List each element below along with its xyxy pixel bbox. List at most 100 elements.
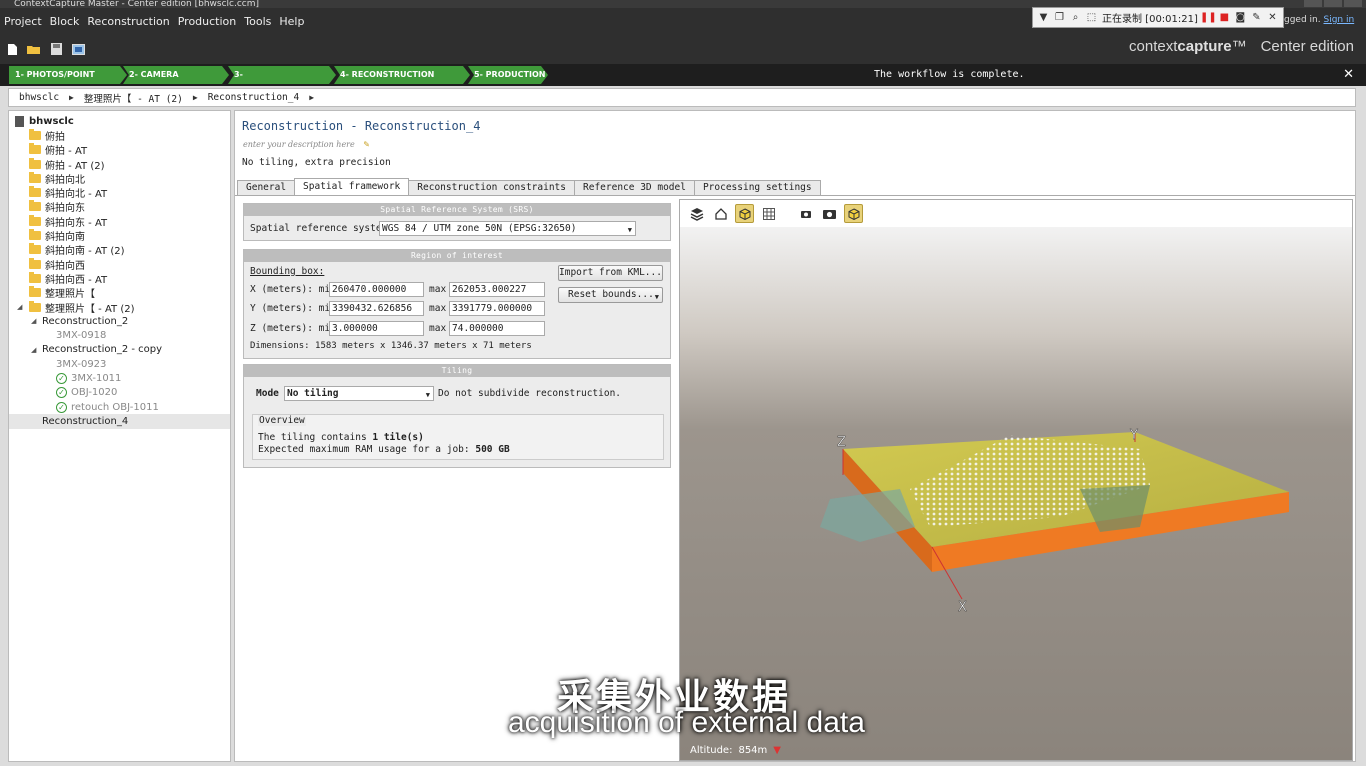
tab-reconstruction-constraints[interactable]: Reconstruction constraints bbox=[408, 180, 575, 195]
tree-item-block[interactable]: 斜拍向东 - AT bbox=[9, 214, 230, 229]
tree-item-block[interactable]: 斜拍向南 bbox=[9, 228, 230, 243]
menu-tools[interactable]: Tools bbox=[240, 15, 275, 28]
z-label: Z (meters): min bbox=[250, 323, 336, 334]
expand-arrow-icon[interactable]: ◢ bbox=[31, 346, 36, 354]
tree-item-reconstruction[interactable]: ◢ Reconstruction_2 - copy bbox=[9, 343, 230, 357]
tree-item-reconstruction[interactable]: ◢ Reconstruction_2 bbox=[9, 314, 230, 328]
chevron-right-icon[interactable]: ▶ bbox=[69, 93, 74, 102]
breadcrumb: bhwsclc ▶ 整理照片【 - AT (2) ▶ Reconstructio… bbox=[8, 88, 1356, 107]
maximize-button[interactable] bbox=[1324, 0, 1342, 7]
tree-item-production[interactable]: ✓ retouch OBJ-1011 bbox=[9, 400, 230, 414]
pause-icon[interactable]: ❚❚ bbox=[1200, 12, 1217, 23]
tree-item-production[interactable]: ✓ 3MX-1011 bbox=[9, 371, 230, 385]
tree-item-block[interactable]: 斜拍向北 bbox=[9, 171, 230, 186]
layers-icon[interactable] bbox=[687, 204, 706, 223]
zoom-icon[interactable]: ⌕ bbox=[1070, 12, 1081, 23]
chevron-right-icon[interactable]: ▶ bbox=[193, 93, 198, 102]
tree-item-reconstruction-selected[interactable]: Reconstruction_4 bbox=[9, 414, 230, 429]
menu-help[interactable]: Help bbox=[275, 15, 308, 28]
camera-icon[interactable]: ◙ bbox=[1235, 12, 1246, 23]
x-max-input[interactable]: 262053.000227 bbox=[449, 282, 545, 297]
tree-root[interactable]: bhwsclc bbox=[9, 114, 230, 128]
x-max-label: max bbox=[429, 284, 447, 295]
y-min-input[interactable]: 3390432.626856 bbox=[329, 301, 424, 316]
save-project-icon[interactable] bbox=[49, 42, 63, 56]
breadcrumb-item-block[interactable]: 整理照片【 - AT (2) bbox=[84, 91, 183, 105]
srs-select[interactable]: WGS 84 / UTM zone 50N (EPSG:32650) ▼ bbox=[379, 221, 636, 236]
tile-count-line: The tiling contains 1 tile(s) bbox=[258, 432, 424, 443]
z-max-input[interactable]: 74.000000 bbox=[449, 321, 545, 336]
stop-icon[interactable]: ■ bbox=[1219, 12, 1230, 23]
workflow-close-button[interactable]: ✕ bbox=[1343, 67, 1354, 82]
tree-item-block[interactable]: 斜拍向西 - AT bbox=[9, 271, 230, 286]
new-project-icon[interactable] bbox=[5, 42, 19, 56]
menu-block[interactable]: Block bbox=[46, 15, 84, 28]
tiling-overview-box: Overview The tiling contains 1 tile(s) E… bbox=[252, 414, 664, 460]
z-min-input[interactable]: 3.000000 bbox=[329, 321, 424, 336]
folder-icon bbox=[29, 200, 41, 212]
tree-item-block[interactable]: 斜拍向西 bbox=[9, 257, 230, 272]
tab-general[interactable]: General bbox=[237, 180, 296, 195]
edit-pencil-icon[interactable]: ✎ bbox=[363, 140, 370, 149]
tree-item-block[interactable]: 俯拍 bbox=[9, 128, 230, 143]
tree-item-block[interactable]: 斜拍向南 - AT (2) bbox=[9, 243, 230, 257]
menu-reconstruction[interactable]: Reconstruction bbox=[83, 15, 173, 28]
altitude-label: Altitude: bbox=[690, 745, 733, 756]
folder-icon bbox=[29, 229, 41, 241]
reset-bounds-button[interactable]: Reset bounds... ▼ bbox=[558, 287, 663, 303]
tree-item-block[interactable]: 俯拍 - AT (2) bbox=[9, 157, 230, 172]
tab-divider bbox=[235, 195, 1355, 196]
workflow-step-reconstruction-settings[interactable]: 4- RECONSTRUCTION SETTINGS bbox=[334, 66, 470, 84]
tree-item-block[interactable]: 整理照片【 bbox=[9, 286, 230, 300]
pen-icon[interactable]: ✎ bbox=[1251, 12, 1262, 23]
chevron-right-icon[interactable]: ▶ bbox=[309, 93, 314, 102]
close-icon[interactable]: ✕ bbox=[1267, 12, 1278, 23]
import-kml-button[interactable]: Import from KML... bbox=[558, 265, 663, 281]
workflow-step-camera-properties[interactable]: 2- CAMERA PROPERTIES bbox=[123, 66, 229, 84]
minimize-button[interactable] bbox=[1304, 0, 1322, 7]
breadcrumb-item-project[interactable]: bhwsclc bbox=[19, 92, 59, 103]
tree-item-block[interactable]: 俯拍 - AT bbox=[9, 143, 230, 157]
description-field[interactable]: enter your description here ✎ bbox=[243, 140, 370, 149]
tree-item-block[interactable]: 斜拍向东 bbox=[9, 200, 230, 214]
expand-arrow-icon[interactable]: ◢ bbox=[17, 303, 22, 311]
y-label: Y (meters): min bbox=[250, 303, 336, 314]
model-view-icon[interactable] bbox=[844, 204, 863, 223]
small-camera-icon[interactable] bbox=[796, 204, 815, 223]
tab-spatial-framework[interactable]: Spatial framework bbox=[294, 178, 410, 194]
region-icon[interactable]: ⬚ bbox=[1086, 12, 1097, 23]
workflow-step-production[interactable]: 5- PRODUCTION bbox=[468, 66, 548, 84]
tree-item-production[interactable]: 3MX-0918 bbox=[9, 328, 230, 342]
tiling-mode-select[interactable]: No tiling ▼ bbox=[284, 386, 434, 401]
window-icon[interactable]: ❐ bbox=[1054, 12, 1065, 23]
tree-item-production[interactable]: ✓ OBJ-1020 bbox=[9, 386, 230, 400]
folder-icon bbox=[29, 300, 41, 312]
tab-reference-3d-model[interactable]: Reference 3D model bbox=[574, 180, 695, 195]
srs-label: Spatial reference system: bbox=[250, 223, 393, 234]
y-max-label: max bbox=[429, 303, 447, 314]
home-icon[interactable] bbox=[711, 204, 730, 223]
open-project-icon[interactable] bbox=[27, 42, 41, 56]
expand-arrow-icon[interactable]: ◢ bbox=[31, 317, 36, 325]
box-view-icon[interactable] bbox=[735, 204, 754, 223]
close-window-button[interactable] bbox=[1344, 0, 1362, 7]
sign-in-link[interactable]: Sign in bbox=[1323, 15, 1354, 25]
menu-project[interactable]: Project bbox=[0, 15, 46, 28]
grid-icon[interactable] bbox=[759, 204, 778, 223]
dropdown-arrow-icon[interactable]: ▼ bbox=[655, 290, 659, 304]
menu-production[interactable]: Production bbox=[174, 15, 241, 28]
tree-item-production[interactable]: 3MX-0923 bbox=[9, 357, 230, 371]
workflow-step-aerotriangulation[interactable]: 3- AEROTRIANGULATION bbox=[228, 66, 336, 84]
tree-item-block[interactable]: ◢ 整理照片【 - AT (2) bbox=[9, 300, 230, 315]
check-icon: ✓ bbox=[56, 372, 67, 384]
breadcrumb-item-reconstruction[interactable]: Reconstruction_4 bbox=[208, 92, 300, 103]
x-min-input[interactable]: 260470.000000 bbox=[329, 282, 424, 297]
y-max-input[interactable]: 3391779.000000 bbox=[449, 301, 545, 316]
tab-processing-settings[interactable]: Processing settings bbox=[693, 180, 821, 195]
workflow-step-photos[interactable]: 1- PHOTOS/POINT CLOUDS bbox=[9, 66, 127, 84]
screenshot-icon[interactable] bbox=[71, 42, 85, 56]
camera-icon[interactable] bbox=[820, 204, 839, 223]
dropdown-icon[interactable]: ▼ bbox=[1038, 12, 1049, 23]
folder-icon bbox=[29, 157, 41, 169]
tree-item-block[interactable]: 斜拍向北 - AT bbox=[9, 185, 230, 200]
